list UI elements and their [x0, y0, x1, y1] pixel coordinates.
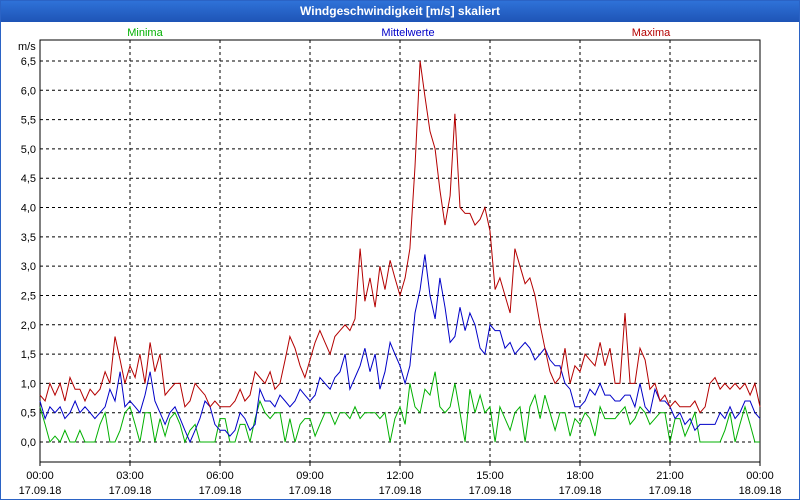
x-tick-date-label: 18.09.18 — [739, 485, 782, 497]
x-tick-date-label: 17.09.18 — [289, 485, 332, 497]
x-tick-time-label: 00:00 — [746, 470, 774, 482]
y-tick-label: 2,5 — [21, 290, 36, 302]
x-tick-time-label: 06:00 — [206, 470, 234, 482]
x-tick-time-label: 21:00 — [656, 470, 684, 482]
y-tick-label: 5,5 — [21, 115, 36, 127]
x-tick-date-label: 17.09.18 — [379, 485, 422, 497]
legend-mittelwerte: Mittelwerte — [381, 27, 434, 39]
x-tick-date-label: 17.09.18 — [649, 485, 692, 497]
y-tick-label: 1,0 — [21, 378, 36, 390]
y-tick-label: 5,0 — [21, 144, 36, 156]
x-tick-time-label: 18:00 — [566, 470, 594, 482]
x-tick-time-label: 00:00 — [26, 470, 54, 482]
y-tick-label: 6,0 — [21, 85, 36, 97]
x-tick-date-label: 17.09.18 — [19, 485, 62, 497]
y-tick-label: 3,5 — [21, 232, 36, 244]
x-tick-time-label: 12:00 — [386, 470, 414, 482]
y-tick-label: 6,5 — [21, 56, 36, 68]
y-tick-label: 1,5 — [21, 349, 36, 361]
y-tick-label: 3,0 — [21, 261, 36, 273]
x-tick-time-label: 03:00 — [116, 470, 144, 482]
x-tick-time-label: 09:00 — [296, 470, 324, 482]
y-tick-label: 0,5 — [21, 408, 36, 420]
y-tick-label: 4,0 — [21, 203, 36, 215]
chart-plot: 0,0 0,5 1,0 1,5 2,0 2,5 3,0 3,5 4,0 4,5 5,0 5,5 6,0 6… — [18, 27, 782, 497]
x-tick-date-label: 17.09.18 — [199, 485, 242, 497]
y-tick-label: 4,5 — [21, 173, 36, 185]
x-tick-date-label: 17.09.18 — [559, 485, 602, 497]
y-tick-label: 0,0 — [21, 437, 36, 449]
legend-minima: Minima — [127, 27, 163, 39]
x-tick-date-label: 17.09.18 — [109, 485, 152, 497]
x-tick-time-label: 15:00 — [476, 470, 504, 482]
legend-maxima: Maxima — [632, 27, 671, 39]
y-tick-label: 2,0 — [21, 320, 36, 332]
y-axis-unit-label: m/s — [18, 41, 36, 53]
x-tick-date-label: 17.09.18 — [469, 485, 512, 497]
